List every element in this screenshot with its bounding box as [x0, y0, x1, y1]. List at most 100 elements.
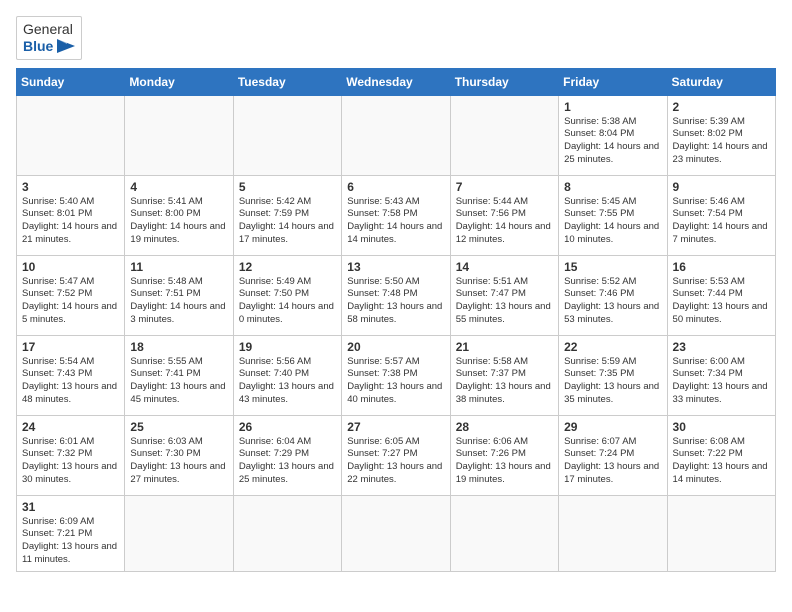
calendar-cell — [125, 495, 233, 571]
day-number: 20 — [347, 340, 444, 354]
day-number: 1 — [564, 100, 661, 114]
day-number: 15 — [564, 260, 661, 274]
calendar-table: SundayMondayTuesdayWednesdayThursdayFrid… — [16, 68, 776, 572]
calendar-cell: 9 Sunrise: 5:46 AMSunset: 7:54 PMDaylight… — [667, 175, 775, 255]
day-number: 30 — [673, 420, 770, 434]
calendar-cell: 26 Sunrise: 6:04 AMSunset: 7:29 PMDayligh… — [233, 415, 341, 495]
calendar-cell — [342, 95, 450, 175]
day-info: Sunrise: 5:55 AMSunset: 7:41 PMDaylight:… — [130, 356, 227, 407]
day-number: 21 — [456, 340, 553, 354]
calendar-cell — [233, 95, 341, 175]
day-info: Sunrise: 5:44 AMSunset: 7:56 PMDaylight:… — [456, 196, 553, 247]
logo-triangle-icon — [57, 39, 75, 53]
day-info: Sunrise: 6:01 AMSunset: 7:32 PMDaylight:… — [22, 436, 119, 487]
day-number: 31 — [22, 500, 119, 514]
calendar-cell: 25Sunrise: 6:03 AMSunset: 7:30 PMDayligh… — [125, 415, 233, 495]
day-number: 2 — [673, 100, 770, 114]
calendar-week-4: 17Sunrise: 5:54 AMSunset: 7:43 PMDayligh… — [17, 335, 776, 415]
calendar-cell: 8 Sunrise: 5:45 AMSunset: 7:55 PMDaylight… — [559, 175, 667, 255]
day-info: Sunrise: 5:45 AMSunset: 7:55 PMDaylight:… — [564, 196, 661, 247]
day-number: 12 — [239, 260, 336, 274]
day-number: 8 — [564, 180, 661, 194]
day-number: 9 — [673, 180, 770, 194]
day-number: 4 — [130, 180, 227, 194]
day-number: 24 — [22, 420, 119, 434]
day-info: Sunrise: 5:40 AMSunset: 8:01 PMDaylight:… — [22, 196, 119, 247]
calendar-cell: 20 Sunrise: 5:57 AMSunset: 7:38 PMDayligh… — [342, 335, 450, 415]
day-number: 3 — [22, 180, 119, 194]
day-number: 22 — [564, 340, 661, 354]
calendar-cell: 15 Sunrise: 5:52 AMSunset: 7:46 PMDayligh… — [559, 255, 667, 335]
day-number: 5 — [239, 180, 336, 194]
calendar-cell: 18 Sunrise: 5:55 AMSunset: 7:41 PMDayligh… — [125, 335, 233, 415]
col-header-monday: Monday — [125, 68, 233, 95]
day-info: Sunrise: 5:59 AMSunset: 7:35 PMDaylight:… — [564, 356, 661, 407]
calendar-cell: 31 Sunrise: 6:09 AMSunset: 7:21 PMDayligh… — [17, 495, 125, 571]
day-info: Sunrise: 5:53 AMSunset: 7:44 PMDaylight:… — [673, 276, 770, 327]
day-number: 16 — [673, 260, 770, 274]
calendar-cell: 4Sunrise: 5:41 AMSunset: 8:00 PMDaylight… — [125, 175, 233, 255]
day-info: Sunrise: 6:04 AMSunset: 7:29 PMDaylight:… — [239, 436, 336, 487]
calendar-cell: 22 Sunrise: 5:59 AMSunset: 7:35 PMDayligh… — [559, 335, 667, 415]
day-info: Sunrise: 5:38 AMSunset: 8:04 PMDaylight:… — [564, 116, 661, 167]
logo: General Blue — [16, 16, 82, 60]
day-info: Sunrise: 5:54 AMSunset: 7:43 PMDaylight:… — [22, 356, 119, 407]
calendar-week-6: 31 Sunrise: 6:09 AMSunset: 7:21 PMDayligh… — [17, 495, 776, 571]
calendar-cell: 13 Sunrise: 5:50 AMSunset: 7:48 PMDayligh… — [342, 255, 450, 335]
day-info: Sunrise: 5:42 AMSunset: 7:59 PMDaylight:… — [239, 196, 336, 247]
calendar-cell: 17Sunrise: 5:54 AMSunset: 7:43 PMDayligh… — [17, 335, 125, 415]
calendar-cell — [559, 495, 667, 571]
day-number: 14 — [456, 260, 553, 274]
day-number: 29 — [564, 420, 661, 434]
day-info: Sunrise: 5:50 AMSunset: 7:48 PMDaylight:… — [347, 276, 444, 327]
day-number: 27 — [347, 420, 444, 434]
calendar-cell: 19 Sunrise: 5:56 AMSunset: 7:40 PMDayligh… — [233, 335, 341, 415]
day-number: 26 — [239, 420, 336, 434]
calendar-week-1: 1 Sunrise: 5:38 AMSunset: 8:04 PMDaylight… — [17, 95, 776, 175]
day-info: Sunrise: 5:56 AMSunset: 7:40 PMDaylight:… — [239, 356, 336, 407]
col-header-wednesday: Wednesday — [342, 68, 450, 95]
day-info: Sunrise: 6:05 AMSunset: 7:27 PMDaylight:… — [347, 436, 444, 487]
calendar-cell: 12Sunrise: 5:49 AMSunset: 7:50 PMDayligh… — [233, 255, 341, 335]
calendar-cell — [667, 495, 775, 571]
day-info: Sunrise: 5:52 AMSunset: 7:46 PMDaylight:… — [564, 276, 661, 327]
day-number: 6 — [347, 180, 444, 194]
calendar-cell — [342, 495, 450, 571]
day-number: 7 — [456, 180, 553, 194]
calendar-cell: 7 Sunrise: 5:44 AMSunset: 7:56 PMDaylight… — [450, 175, 558, 255]
day-info: Sunrise: 6:07 AMSunset: 7:24 PMDaylight:… — [564, 436, 661, 487]
col-header-saturday: Saturday — [667, 68, 775, 95]
calendar-cell: 24 Sunrise: 6:01 AMSunset: 7:32 PMDayligh… — [17, 415, 125, 495]
calendar-cell — [17, 95, 125, 175]
calendar-cell: 1 Sunrise: 5:38 AMSunset: 8:04 PMDaylight… — [559, 95, 667, 175]
calendar-header-row: SundayMondayTuesdayWednesdayThursdayFrid… — [17, 68, 776, 95]
calendar-cell: 5 Sunrise: 5:42 AMSunset: 7:59 PMDaylight… — [233, 175, 341, 255]
day-info: Sunrise: 6:03 AMSunset: 7:30 PMDaylight:… — [130, 436, 227, 487]
calendar-cell: 28 Sunrise: 6:06 AMSunset: 7:26 PMDayligh… — [450, 415, 558, 495]
day-info: Sunrise: 5:39 AMSunset: 8:02 PMDaylight:… — [673, 116, 770, 167]
day-info: Sunrise: 5:46 AMSunset: 7:54 PMDaylight:… — [673, 196, 770, 247]
day-info: Sunrise: 5:47 AMSunset: 7:52 PMDaylight:… — [22, 276, 119, 327]
day-number: 19 — [239, 340, 336, 354]
calendar-cell: 11Sunrise: 5:48 AMSunset: 7:51 PMDayligh… — [125, 255, 233, 335]
day-info: Sunrise: 6:09 AMSunset: 7:21 PMDaylight:… — [22, 516, 119, 567]
logo-general: General — [23, 21, 73, 38]
day-number: 13 — [347, 260, 444, 274]
calendar-cell — [233, 495, 341, 571]
col-header-tuesday: Tuesday — [233, 68, 341, 95]
logo-wrapper: General Blue — [16, 16, 82, 60]
col-header-friday: Friday — [559, 68, 667, 95]
calendar-week-5: 24 Sunrise: 6:01 AMSunset: 7:32 PMDayligh… — [17, 415, 776, 495]
calendar-cell: 27 Sunrise: 6:05 AMSunset: 7:27 PMDayligh… — [342, 415, 450, 495]
day-info: Sunrise: 5:48 AMSunset: 7:51 PMDaylight:… — [130, 276, 227, 327]
calendar-week-3: 10Sunrise: 5:47 AMSunset: 7:52 PMDayligh… — [17, 255, 776, 335]
day-number: 18 — [130, 340, 227, 354]
day-info: Sunrise: 5:58 AMSunset: 7:37 PMDaylight:… — [456, 356, 553, 407]
day-info: Sunrise: 6:00 AMSunset: 7:34 PMDaylight:… — [673, 356, 770, 407]
day-info: Sunrise: 5:57 AMSunset: 7:38 PMDaylight:… — [347, 356, 444, 407]
calendar-cell: 16 Sunrise: 5:53 AMSunset: 7:44 PMDayligh… — [667, 255, 775, 335]
day-info: Sunrise: 6:06 AMSunset: 7:26 PMDaylight:… — [456, 436, 553, 487]
day-number: 28 — [456, 420, 553, 434]
day-info: Sunrise: 5:43 AMSunset: 7:58 PMDaylight:… — [347, 196, 444, 247]
logo-blue: Blue — [23, 38, 75, 55]
